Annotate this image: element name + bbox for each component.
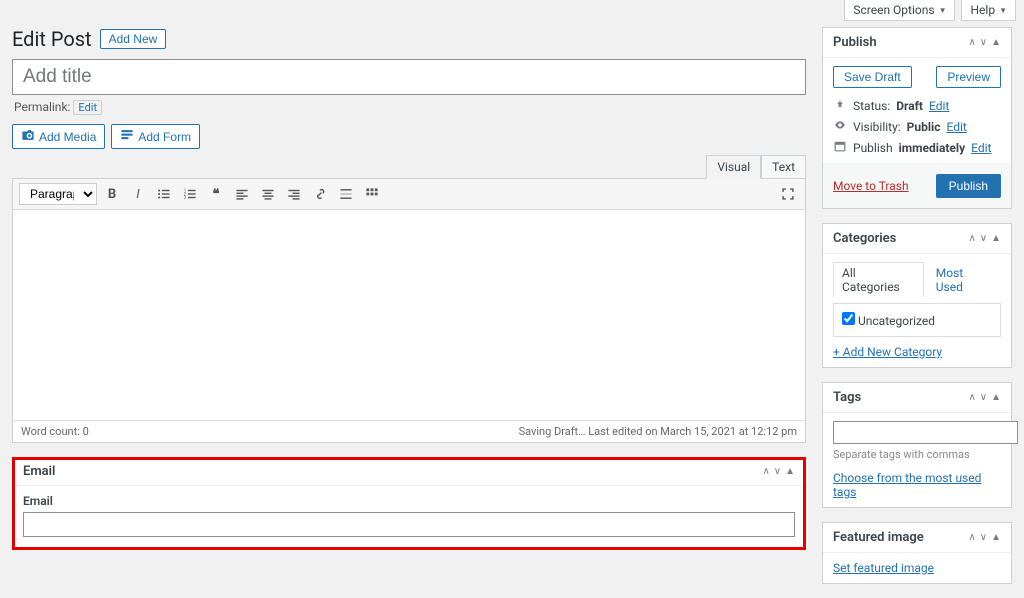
tags-box: Tags ∧ ∨ ▲ Add Separate tags with commas… [822,382,1012,508]
permalink-edit-button[interactable]: Edit [73,100,102,115]
add-media-label: Add Media [39,130,96,144]
box-down-icon[interactable]: ∨ [980,37,987,48]
add-form-button[interactable]: Add Form [111,124,200,149]
tab-all-categories[interactable]: All Categories [833,262,924,297]
align-left-icon[interactable] [231,183,253,205]
box-toggle-icon[interactable]: ▲ [991,532,1001,543]
screen-options-label: Screen Options [853,3,934,17]
help-label: Help [970,3,995,17]
save-status: Saving Draft… Last edited on March 15, 2… [519,425,797,438]
publish-button[interactable]: Publish [936,174,1001,198]
box-up-icon[interactable]: ∧ [968,233,975,244]
box-up-icon[interactable]: ∧ [968,37,975,48]
link-icon[interactable] [309,183,331,205]
save-draft-button[interactable]: Save Draft [833,66,912,88]
box-up-icon[interactable]: ∧ [762,466,769,477]
italic-icon[interactable]: I [127,183,149,205]
chevron-down-icon: ▼ [939,6,947,15]
categories-box: Categories ∧ ∨ ▲ All Categories Most Use… [822,223,1012,368]
box-up-icon[interactable]: ∧ [968,392,975,403]
align-center-icon[interactable] [257,183,279,205]
tags-heading: Tags [833,390,861,405]
box-toggle-icon[interactable]: ▲ [991,233,1001,244]
box-toggle-icon[interactable]: ▲ [785,466,795,477]
categories-heading: Categories [833,231,896,246]
box-down-icon[interactable]: ∨ [774,466,781,477]
editor-tab-text[interactable]: Text [761,155,806,179]
category-item[interactable]: Uncategorized [842,314,935,328]
word-count: Word count: 0 [21,425,89,438]
permalink-label: Permalink: [14,100,70,114]
add-media-button[interactable]: Add Media [12,124,105,149]
choose-tags-link[interactable]: Choose from the most used tags [833,471,981,499]
camera-icon [21,128,35,145]
schedule-edit-link[interactable]: Edit [971,141,991,155]
preview-button[interactable]: Preview [936,66,1001,88]
add-form-label: Add Form [138,130,191,144]
email-field-label: Email [23,494,795,508]
toolbar-toggle-icon[interactable] [361,183,383,205]
visibility-edit-link[interactable]: Edit [946,120,966,134]
category-checkbox[interactable] [842,312,855,325]
schedule-label: Publish [853,141,893,155]
editor-tab-visual[interactable]: Visual [706,155,761,179]
tab-most-used[interactable]: Most Used [927,262,1001,297]
tags-hint: Separate tags with commas [833,448,1001,461]
box-down-icon[interactable]: ∨ [980,233,987,244]
bullet-list-icon[interactable] [153,183,175,205]
status-value: Draft [896,99,923,113]
svg-text:3: 3 [184,196,187,201]
read-more-icon[interactable] [335,183,357,205]
status-label: Status: [853,99,890,113]
fullscreen-icon[interactable] [777,183,799,205]
email-input[interactable] [23,512,795,537]
page-title: Edit Post [12,27,92,51]
editor-content[interactable] [13,210,805,420]
box-down-icon[interactable]: ∨ [980,532,987,543]
add-new-category-link[interactable]: + Add New Category [833,345,942,359]
tag-input[interactable] [833,421,1018,444]
numbered-list-icon[interactable]: 123 [179,183,201,205]
quote-icon[interactable]: ❝ [205,183,227,205]
publish-box: Publish ∧ ∨ ▲ Save Draft Preview Status: [822,27,1012,209]
eye-icon [833,119,847,134]
box-toggle-icon[interactable]: ▲ [991,37,1001,48]
set-featured-image-link[interactable]: Set featured image [833,561,934,575]
schedule-value: immediately [899,141,966,155]
chevron-down-icon: ▼ [999,6,1007,15]
box-down-icon[interactable]: ∨ [980,392,987,403]
bold-icon[interactable]: B [101,183,123,205]
add-new-button[interactable]: Add New [100,29,167,49]
featured-image-box: Featured image ∧ ∨ ▲ Set featured image [822,522,1012,584]
visibility-label: Visibility: [853,120,901,134]
box-up-icon[interactable]: ∧ [968,532,975,543]
format-select[interactable]: Paragraph [19,183,97,205]
category-label: Uncategorized [858,314,935,328]
screen-options-button[interactable]: Screen Options ▼ [844,0,955,21]
featured-heading: Featured image [833,530,924,545]
post-title-input[interactable] [12,59,806,95]
form-icon [120,128,134,145]
visibility-value: Public [907,120,941,134]
move-to-trash-link[interactable]: Move to Trash [833,179,909,193]
email-metabox-title: Email [23,464,55,479]
pin-icon [833,98,847,113]
status-edit-link[interactable]: Edit [929,99,949,113]
email-metabox: Email ∧ ∨ ▲ Email [12,457,806,550]
help-button[interactable]: Help ▼ [961,0,1016,21]
box-toggle-icon[interactable]: ▲ [991,392,1001,403]
calendar-icon [833,140,847,155]
publish-heading: Publish [833,35,877,50]
align-right-icon[interactable] [283,183,305,205]
